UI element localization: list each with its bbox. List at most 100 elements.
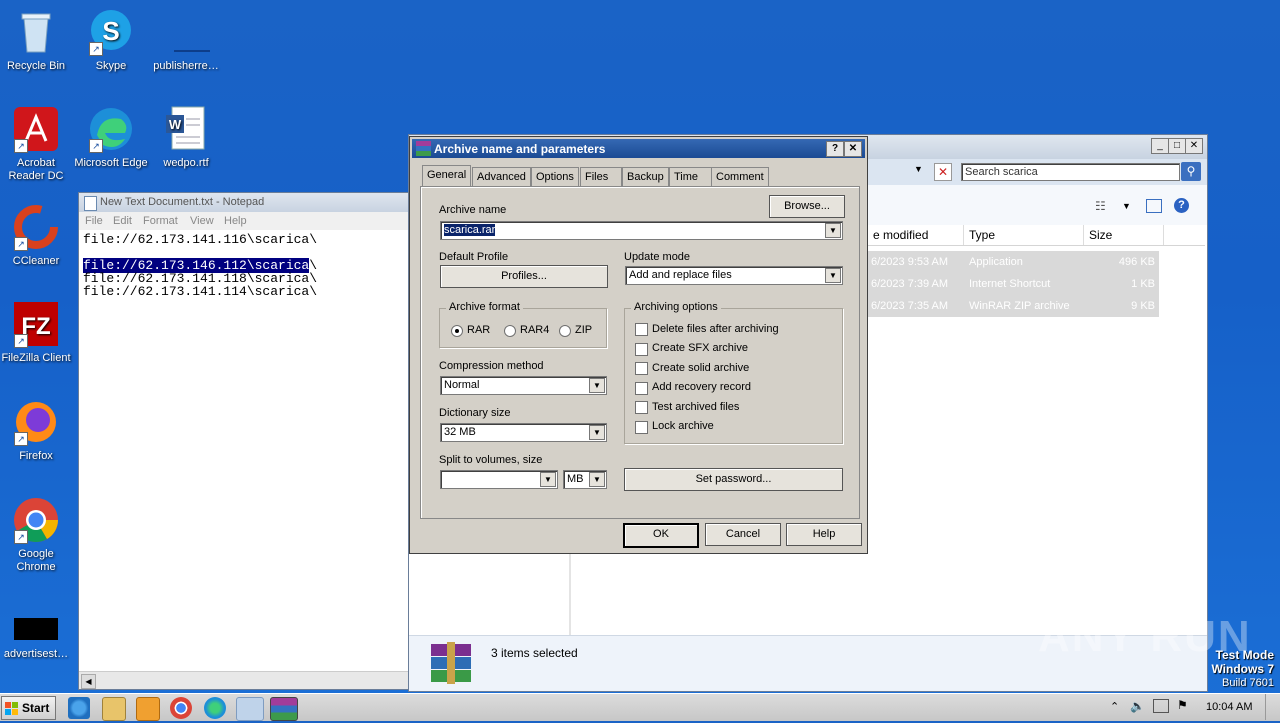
- tab-general[interactable]: General: [422, 165, 472, 187]
- split-volumes-input[interactable]: ▼: [440, 470, 558, 489]
- checkbox-delete-files[interactable]: [635, 323, 648, 336]
- table-row[interactable]: 6/2023 7:35 AM WinRAR ZIP archive 9 KB: [867, 295, 1159, 317]
- set-password-button[interactable]: Set password...: [624, 468, 843, 491]
- notepad-hscrollbar[interactable]: ◀: [79, 671, 419, 689]
- radio-zip[interactable]: [559, 325, 571, 337]
- chrome-taskbar-icon[interactable]: [170, 697, 192, 719]
- close-icon[interactable]: ✕: [1185, 138, 1203, 154]
- desktop-icon-filezilla[interactable]: FZ ↗ FileZilla Client: [0, 300, 74, 365]
- desktop-icon-publisher[interactable]: publisherre…: [148, 8, 224, 73]
- menu-edit[interactable]: Edit: [113, 215, 132, 227]
- firefox-icon: ↗: [12, 398, 60, 446]
- notepad-text-area[interactable]: file://62.173.141.116\scarica\ file://62…: [83, 233, 317, 298]
- default-profile-label: Default Profile: [439, 251, 509, 263]
- radio-rar4[interactable]: [504, 325, 516, 337]
- chevron-down-icon[interactable]: ▼: [825, 223, 841, 238]
- tab-options[interactable]: Options: [531, 167, 579, 186]
- dialog-titlebar[interactable]: Archive name and parameters ? ✕: [412, 139, 865, 158]
- file-explorer-icon[interactable]: [102, 697, 126, 721]
- column-size[interactable]: Size: [1089, 228, 1112, 242]
- media-player-icon[interactable]: [136, 697, 160, 721]
- maximize-icon[interactable]: □: [1168, 138, 1186, 154]
- column-headers: e modified Type Size: [867, 225, 1205, 246]
- search-input[interactable]: Search scarica: [961, 163, 1180, 181]
- help-icon[interactable]: ?: [1174, 198, 1189, 213]
- checkbox-delete-files-label: Delete files after archiving: [652, 323, 779, 335]
- tab-time[interactable]: Time: [669, 167, 715, 186]
- chevron-down-icon[interactable]: ▼: [825, 268, 841, 283]
- checkbox-recovery[interactable]: [635, 382, 648, 395]
- dictionary-size-select[interactable]: 32 MB ▼: [440, 423, 607, 442]
- scroll-left-icon[interactable]: ◀: [81, 674, 96, 689]
- winrar-taskbar-icon[interactable]: [270, 697, 298, 721]
- split-unit-select[interactable]: MB ▼: [563, 470, 607, 489]
- menu-format[interactable]: Format: [143, 215, 178, 227]
- nav-pane-divider[interactable]: [569, 553, 571, 635]
- ok-button[interactable]: OK: [623, 523, 699, 548]
- checkbox-lock[interactable]: [635, 421, 648, 434]
- checkbox-create-sfx[interactable]: [635, 343, 648, 356]
- desktop-icon-edge[interactable]: ↗ Microsoft Edge: [73, 105, 149, 170]
- table-row[interactable]: 6/2023 7:39 AM Internet Shortcut 1 KB: [867, 273, 1159, 295]
- radio-rar[interactable]: [451, 325, 463, 337]
- tab-backup[interactable]: Backup: [622, 167, 669, 186]
- cancel-button[interactable]: Cancel: [705, 523, 781, 546]
- chevron-down-icon[interactable]: ▼: [589, 425, 605, 440]
- start-button[interactable]: Start: [1, 696, 56, 720]
- stop-icon[interactable]: ✕: [934, 163, 952, 181]
- browse-button[interactable]: Browse...: [769, 195, 845, 218]
- desktop-icon-skype[interactable]: S ↗ Skype: [73, 8, 149, 73]
- desktop-icon-label: FileZilla Client: [1, 352, 71, 364]
- desktop-icon-firefox[interactable]: ↗ Firefox: [0, 398, 74, 463]
- network-icon[interactable]: [1153, 699, 1169, 713]
- menu-help[interactable]: Help: [224, 215, 247, 227]
- show-desktop-button[interactable]: [1265, 694, 1280, 720]
- column-type[interactable]: Type: [969, 228, 995, 242]
- clock[interactable]: 10:04 AM: [1206, 701, 1252, 713]
- search-icon[interactable]: ⚲: [1181, 162, 1201, 181]
- volume-icon[interactable]: 🔈: [1130, 699, 1145, 713]
- column-date-modified[interactable]: e modified: [873, 228, 928, 242]
- desktop-icon-acrobat[interactable]: ↗ Acrobat Reader DC: [0, 105, 74, 183]
- tab-advanced[interactable]: Advanced: [472, 167, 531, 186]
- chevron-down-icon[interactable]: ▼: [540, 472, 556, 487]
- chrome-icon: ↗: [12, 496, 60, 544]
- action-center-flag-icon[interactable]: ⚑: [1177, 698, 1188, 712]
- dialog-close-icon[interactable]: ✕: [844, 141, 862, 157]
- checkbox-solid[interactable]: [635, 362, 648, 375]
- minimize-icon[interactable]: _: [1151, 138, 1169, 154]
- tab-comment[interactable]: Comment: [711, 167, 769, 186]
- menu-file[interactable]: File: [85, 215, 103, 227]
- notepad-taskbar-icon[interactable]: [236, 697, 264, 721]
- desktop-icon-wedpo[interactable]: W wedpo.rtf: [148, 105, 224, 170]
- menu-view[interactable]: View: [190, 215, 214, 227]
- internet-explorer-icon[interactable]: [68, 697, 90, 719]
- help-question-icon[interactable]: ?: [826, 141, 844, 157]
- checkbox-test[interactable]: [635, 401, 648, 414]
- winrar-archive-icon: [429, 642, 473, 684]
- cell-modified: 6/2023 9:53 AM: [871, 256, 949, 268]
- view-dropdown-icon[interactable]: ▼: [1122, 201, 1131, 211]
- notepad-titlebar[interactable]: New Text Document.txt - Notepad: [79, 193, 419, 212]
- desktop-icon-recycle-bin[interactable]: Recycle Bin: [0, 8, 74, 73]
- tab-files[interactable]: Files: [580, 167, 622, 186]
- preview-pane-icon[interactable]: [1146, 199, 1162, 213]
- help-button[interactable]: Help: [786, 523, 862, 546]
- table-row[interactable]: 6/2023 9:53 AM Application 496 KB: [867, 251, 1159, 273]
- update-mode-select[interactable]: Add and replace files ▼: [625, 266, 843, 285]
- desktop-icon-chrome[interactable]: ↗ Google Chrome: [0, 496, 74, 574]
- chevron-down-icon[interactable]: ▼: [589, 472, 605, 487]
- build-text: Build 7601: [1222, 677, 1274, 689]
- desktop-icon-ccleaner[interactable]: ↗ CCleaner: [0, 203, 74, 268]
- show-hidden-icons-icon[interactable]: ⌃: [1110, 700, 1119, 713]
- address-dropdown-icon[interactable]: ▼: [914, 164, 923, 174]
- chevron-down-icon[interactable]: ▼: [589, 378, 605, 393]
- os-name-text: Windows 7: [1211, 662, 1274, 676]
- desktop-icon-advertisest[interactable]: advertisest…: [0, 610, 74, 661]
- desktop-icon-label: Recycle Bin: [6, 60, 66, 72]
- compression-method-select[interactable]: Normal ▼: [440, 376, 607, 395]
- archive-name-field[interactable]: scarica.rar ▼: [440, 221, 843, 240]
- view-options-icon[interactable]: ☷: [1095, 199, 1106, 213]
- profiles-button[interactable]: Profiles...: [440, 265, 608, 288]
- edge-taskbar-icon[interactable]: [204, 697, 226, 719]
